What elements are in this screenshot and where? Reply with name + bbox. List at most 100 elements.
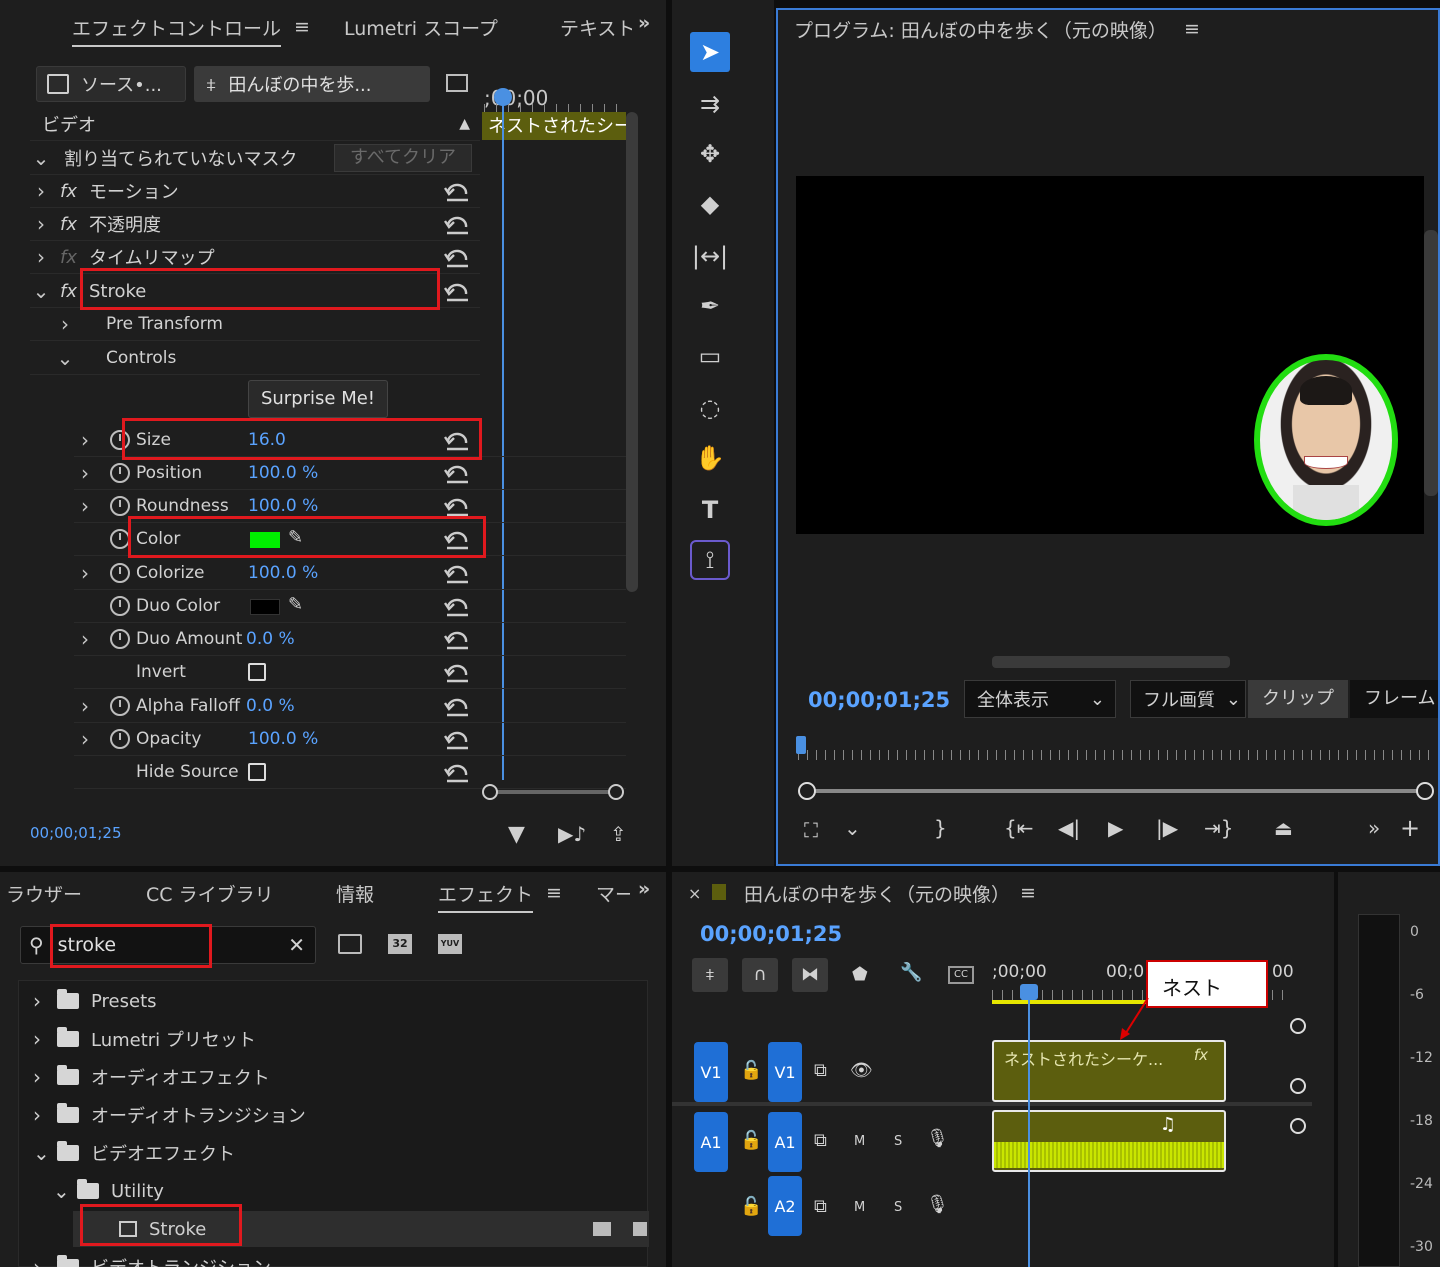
stopwatch-icon[interactable] [110, 529, 130, 549]
more-tabs-icon[interactable]: » [638, 878, 650, 900]
mute-button[interactable]: M [854, 1134, 865, 1149]
chevron-right-icon[interactable]: › [33, 1255, 57, 1267]
mic-icon[interactable]: 🎙 [926, 1128, 949, 1149]
ec-current-time[interactable]: 00;00;01;25 [30, 824, 122, 842]
v1-track-target[interactable]: V1 [768, 1042, 802, 1102]
tree-item[interactable]: ⌄ Utility [53, 1173, 164, 1209]
linked-selection-icon[interactable]: ⧓ [792, 958, 828, 992]
chevron-right-icon[interactable]: › [33, 1027, 57, 1051]
more-buttons-icon[interactable]: » [1368, 816, 1380, 840]
program-ruler[interactable] [798, 740, 1430, 762]
play-audio-icon[interactable]: ▶♪ [558, 822, 586, 846]
tab-clip[interactable]: クリップ [1248, 680, 1348, 718]
chevron-right-icon[interactable]: › [33, 1103, 57, 1127]
stopwatch-icon[interactable] [110, 596, 130, 616]
checkbox[interactable] [248, 663, 266, 681]
lock-icon[interactable]: 🔓 [740, 1196, 762, 1217]
tree-item[interactable]: › Lumetri プリセット [33, 1021, 256, 1057]
monitor-h-scroll[interactable] [992, 656, 1230, 668]
razor-tool-icon[interactable]: ◆ [690, 184, 730, 224]
param-value[interactable]: 16.0 [248, 430, 286, 450]
tree-item[interactable]: › ビデオトランジション [33, 1249, 271, 1267]
video-frame[interactable] [796, 176, 1424, 534]
stopwatch-icon[interactable] [110, 496, 130, 516]
quality-dropdown[interactable]: フル画質 ⌄ [1130, 680, 1246, 718]
reset-icon[interactable] [444, 462, 470, 484]
tree-item[interactable]: ⌄ ビデオエフェクト [33, 1135, 235, 1171]
chevron-right-icon[interactable]: › [30, 245, 52, 269]
search-input[interactable]: stroke [58, 934, 116, 956]
type-tool-icon[interactable]: T [690, 490, 730, 530]
nest-toggle-icon[interactable]: ⧧ [692, 958, 728, 992]
tab-markers[interactable]: マー [596, 880, 630, 907]
tree-item[interactable]: › オーディオエフェクト [33, 1059, 270, 1095]
ec-playhead-handle[interactable] [494, 88, 512, 106]
param-value[interactable]: 0.0 % [246, 629, 295, 649]
reset-icon[interactable] [444, 280, 470, 302]
reset-icon[interactable] [444, 213, 470, 235]
hand-tool-icon[interactable]: ✋ [690, 438, 730, 478]
pen-tool-icon[interactable]: ✒ [690, 286, 730, 326]
slip-tool-icon[interactable]: |↔| [690, 236, 730, 276]
reset-icon[interactable] [444, 495, 470, 517]
play-icon[interactable]: ▶ [1108, 816, 1123, 840]
32bit-effects-icon[interactable]: 32 [388, 934, 412, 954]
reset-icon[interactable] [444, 661, 470, 683]
color-swatch[interactable] [250, 599, 280, 615]
reset-icon[interactable] [444, 628, 470, 650]
chevron-down-icon[interactable]: ⌄ [30, 279, 52, 303]
ec-zoom-slider[interactable] [482, 784, 624, 800]
mic-icon[interactable]: 🎙 [926, 1194, 949, 1215]
reset-icon[interactable] [444, 595, 470, 617]
stopwatch-icon[interactable] [110, 696, 130, 716]
chevron-down-icon[interactable]: ⌄ [30, 146, 52, 170]
tab-frame[interactable]: フレーム [1350, 680, 1438, 718]
reset-icon[interactable] [444, 728, 470, 750]
tab-info[interactable]: 情報 [336, 880, 374, 907]
controls-row[interactable]: ⌄ Controls [30, 342, 480, 375]
effect-row[interactable]: ⌄ fx Stroke [30, 275, 480, 308]
ripple-edit-tool-icon[interactable]: ✥ [690, 134, 730, 174]
more-tabs-icon[interactable]: » [638, 12, 650, 34]
chevron-right-icon[interactable]: › [30, 179, 52, 203]
tab-cc-libraries[interactable]: CC ライブラリ [146, 880, 274, 907]
tab-browser[interactable]: ラウザー [6, 880, 82, 907]
timeline-playhead-handle[interactable] [1020, 984, 1038, 1000]
effect-row[interactable]: › fx モーション [30, 175, 480, 208]
menu-icon[interactable]: ≡ [1184, 18, 1200, 40]
sync-lock-icon[interactable]: ⧉ [814, 1196, 827, 1217]
tab-effect-controls[interactable]: エフェクトコントロール [72, 14, 282, 47]
captions-icon[interactable]: CC [948, 966, 974, 984]
chevron-down-icon[interactable]: ⌄ [844, 816, 861, 840]
chevron-right-icon[interactable]: › [33, 1065, 57, 1089]
menu-icon[interactable]: ≡ [546, 882, 562, 904]
chevron-down-icon[interactable]: ⌄ [53, 1179, 77, 1203]
program-playhead[interactable] [796, 736, 806, 754]
accelerated-effects-icon[interactable] [338, 934, 362, 954]
surprise-me-button[interactable]: Surprise Me! [248, 380, 388, 418]
a1-source-patch[interactable]: A1 [694, 1112, 728, 1172]
chevron-right-icon[interactable]: › [54, 312, 76, 336]
fx-badge[interactable]: fx [60, 181, 77, 202]
eyedropper-icon[interactable]: ✎ [288, 527, 303, 548]
program-timecode[interactable]: 00;00;01;25 [808, 688, 950, 712]
step-forward-icon[interactable]: |▶ [1156, 816, 1178, 840]
lock-icon[interactable]: 🔓 [740, 1060, 762, 1081]
go-to-in-icon[interactable]: {⇤ [1004, 816, 1033, 840]
tree-item[interactable]: › Presets [33, 983, 157, 1019]
reset-icon[interactable] [444, 246, 470, 268]
mark-out-icon[interactable]: } [934, 816, 947, 840]
close-tab-icon[interactable]: × [688, 884, 701, 903]
mute-button[interactable]: M [854, 1200, 865, 1215]
eye-icon[interactable]: 👁 [850, 1060, 873, 1081]
sync-lock-icon[interactable]: ⧉ [814, 1130, 827, 1151]
chevron-right-icon[interactable]: › [30, 212, 52, 236]
a2-track-target[interactable]: A2 [768, 1176, 802, 1236]
ec-scrollbar[interactable] [626, 112, 638, 592]
param-value[interactable]: 0.0 % [246, 696, 295, 716]
stopwatch-icon[interactable] [110, 463, 130, 483]
panel-toggle-icon[interactable] [446, 74, 468, 92]
safe-margins-icon[interactable]: ⛶ [804, 818, 818, 842]
eyedropper-icon[interactable]: ✎ [288, 594, 303, 615]
param-value[interactable]: 100.0 % [248, 463, 318, 483]
